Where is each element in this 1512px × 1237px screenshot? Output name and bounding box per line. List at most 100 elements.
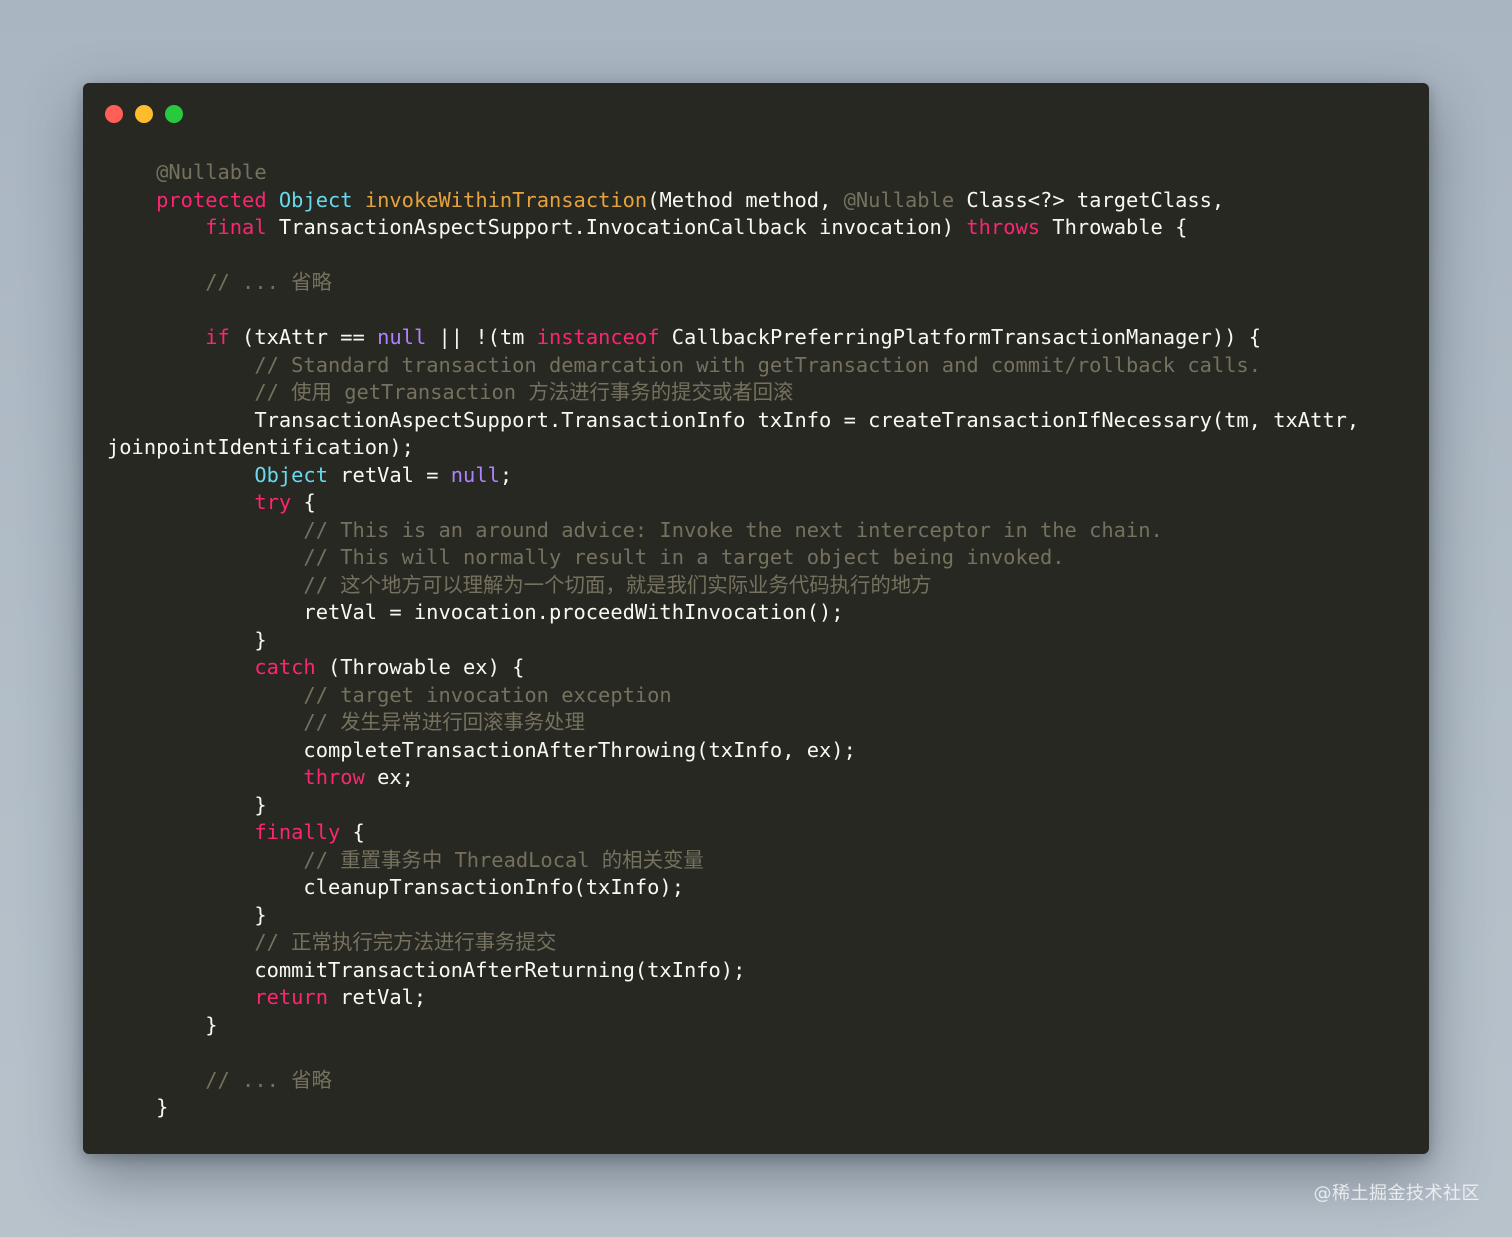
comment-token: // 正常执行完方法进行事务提交 xyxy=(254,930,557,954)
code-token: (Method method, xyxy=(647,187,844,212)
comment-token: // ... 省略 xyxy=(205,1067,332,1092)
code-token: TransactionAspectSupport.InvocationCallb… xyxy=(266,215,967,239)
code-window: @Nullable protected Object invokeWithinT… xyxy=(83,83,1429,1154)
code-line: cleanupTransactionInfo(txInfo); xyxy=(107,874,1359,902)
zoom-button[interactable] xyxy=(165,105,183,123)
code-line: // 正常执行完方法进行事务提交 xyxy=(107,929,1359,957)
code-line: TransactionAspectSupport.TransactionInfo… xyxy=(107,407,1359,435)
code-token: retVal = invocation.proceedWithInvocatio… xyxy=(107,600,844,624)
code-block: @Nullable protected Object invokeWithinT… xyxy=(107,159,1359,1122)
code-token: } xyxy=(107,1012,218,1037)
keyword-token: catch xyxy=(254,655,316,679)
keyword-token: if xyxy=(205,325,230,349)
code-token: cleanupTransactionInfo(txInfo); xyxy=(107,875,684,899)
code-line: // ... 省略 xyxy=(107,1067,1359,1095)
comment-token: // 重置事务中 ThreadLocal 的相关变量 xyxy=(303,847,704,872)
annotation-token: @Nullable xyxy=(156,160,267,184)
code-line: finally { xyxy=(107,819,1359,847)
window-controls xyxy=(105,105,183,123)
type-token: Object xyxy=(254,462,328,487)
code-token: } xyxy=(107,1095,169,1119)
code-token: } xyxy=(107,792,267,817)
code-token: } xyxy=(107,902,267,927)
code-token: joinpointIdentification); xyxy=(107,435,414,459)
code-token: { xyxy=(340,820,365,844)
keyword-token: throw xyxy=(303,765,365,789)
literal-token: null xyxy=(377,325,427,349)
code-line: throw ex; xyxy=(107,764,1359,792)
code-line: } xyxy=(107,902,1359,930)
code-line: // Standard transaction demarcation with… xyxy=(107,352,1359,380)
function-name-token: invokeWithinTransaction xyxy=(364,187,648,212)
code-line: commitTransactionAfterReturning(txInfo); xyxy=(107,957,1359,985)
literal-token: null xyxy=(450,462,500,487)
code-token: TransactionAspectSupport.TransactionInfo… xyxy=(107,407,1360,432)
code-token: ex; xyxy=(364,765,414,789)
code-line: joinpointIdentification); xyxy=(107,434,1359,462)
annotation-token: @Nullable xyxy=(843,187,955,212)
code-line: catch (Throwable ex) { xyxy=(107,654,1359,682)
code-line: // 这个地方可以理解为一个切面，就是我们实际业务代码执行的地方 xyxy=(107,572,1359,600)
keyword-token: protected xyxy=(156,187,267,212)
keyword-token: final xyxy=(205,215,267,239)
code-token: ; xyxy=(499,462,513,487)
code-token: CallbackPreferringPlatformTransactionMan… xyxy=(659,325,1262,349)
code-line: protected Object invokeWithinTransaction… xyxy=(107,187,1359,215)
comment-token: // This is an around advice: Invoke the … xyxy=(303,517,1163,542)
code-line: // 使用 getTransaction 方法进行事务的提交或者回滚 xyxy=(107,379,1359,407)
keyword-token: finally xyxy=(254,820,341,844)
type-token: Object xyxy=(278,187,353,212)
keyword-token: return xyxy=(254,985,328,1009)
code-line: completeTransactionAfterThrowing(txInfo,… xyxy=(107,737,1359,765)
code-line: // ... 省略 xyxy=(107,269,1359,297)
code-line: retVal = invocation.proceedWithInvocatio… xyxy=(107,599,1359,627)
code-line: // This is an around advice: Invoke the … xyxy=(107,517,1359,545)
minimize-button[interactable] xyxy=(135,105,153,123)
code-line: } xyxy=(107,1094,1359,1122)
code-token: Throwable { xyxy=(1040,215,1188,239)
code-line: } xyxy=(107,627,1359,655)
code-line: // target invocation exception xyxy=(107,682,1359,710)
code-line: @Nullable xyxy=(107,159,1359,187)
watermark: @稀土掘金技术社区 xyxy=(1313,1183,1480,1204)
code-line: } xyxy=(107,1012,1359,1040)
code-token: { xyxy=(291,490,316,514)
comment-token: // 使用 getTransaction 方法进行事务的提交或者回滚 xyxy=(254,380,794,404)
code-line: if (txAttr == null || !(tm instanceof Ca… xyxy=(107,324,1359,352)
code-token: } xyxy=(107,627,267,652)
comment-token: // 这个地方可以理解为一个切面，就是我们实际业务代码执行的地方 xyxy=(303,572,932,597)
code-token: retVal; xyxy=(328,985,427,1009)
code-line: // 发生异常进行回滚事务处理 xyxy=(107,709,1359,737)
close-button[interactable] xyxy=(105,105,123,123)
comment-token: // ... 省略 xyxy=(205,270,332,294)
comment-token: // 发生异常进行回滚事务处理 xyxy=(303,710,585,734)
code-token: || !(tm xyxy=(426,325,537,349)
code-token: Class<?> targetClass, xyxy=(954,187,1225,212)
code-token: retVal = xyxy=(328,462,451,487)
code-line: Object retVal = null; xyxy=(107,462,1359,490)
code-line: try { xyxy=(107,489,1359,517)
code-line: // This will normally result in a target… xyxy=(107,544,1359,572)
